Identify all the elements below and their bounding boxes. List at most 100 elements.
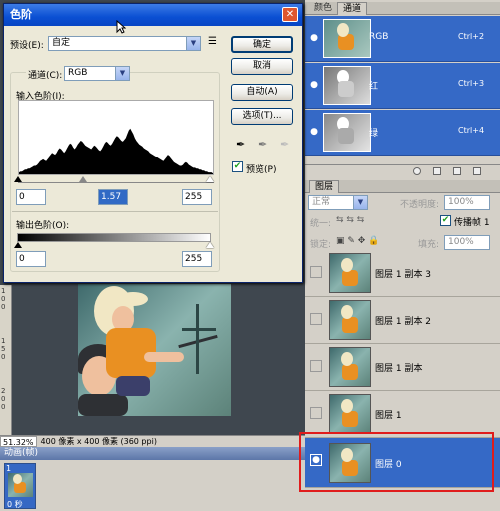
blend-mode-value: 正常: [312, 197, 331, 207]
trash-icon[interactable]: [473, 167, 481, 175]
layer-visibility-toggle[interactable]: [310, 313, 322, 325]
eye-icon[interactable]: ●: [309, 127, 319, 137]
eye-icon[interactable]: ●: [309, 80, 319, 90]
channel-select[interactable]: RGB ▼: [64, 66, 130, 81]
preview-checkbox[interactable]: ✔: [232, 161, 243, 172]
chevron-down-icon: ▼: [353, 196, 367, 209]
input-gamma-slider[interactable]: [79, 176, 87, 182]
layer-name: 图层 1 副本: [375, 364, 423, 374]
tab-layers[interactable]: 图层: [309, 180, 340, 193]
output-black-slider[interactable]: [14, 242, 22, 248]
ruler-mark: 1: [1, 337, 6, 345]
levels-dialog: 色阶 ✕ 预设(E): 自定 ▼ ☰ 通道(C): RGB ▼ 输入色阶(I):…: [3, 3, 303, 283]
layer-row[interactable]: 图层 1 副本 2: [305, 297, 500, 344]
layer-row[interactable]: 图层 1 副本: [305, 344, 500, 391]
layers-panel-title: 图层: [305, 180, 500, 193]
ruler-mark: 0: [1, 295, 6, 303]
frame-delay[interactable]: 0 秒: [7, 499, 23, 510]
save-selection-icon[interactable]: [433, 167, 441, 175]
channel-value: RGB: [68, 68, 88, 78]
channel-thumbnail: [323, 113, 371, 152]
options-button[interactable]: 选项(T)...: [231, 108, 293, 125]
input-slider-track: [18, 182, 214, 183]
channel-row-rgb[interactable]: ● RGB Ctrl+2: [305, 16, 500, 62]
output-levels-label: 输出色阶(O):: [16, 221, 70, 231]
new-channel-icon[interactable]: [453, 167, 461, 175]
document-canvas-photo[interactable]: [78, 284, 231, 416]
load-selection-icon[interactable]: [413, 167, 421, 175]
fill-label: 填充:: [418, 240, 440, 250]
auto-button[interactable]: 自动(A): [231, 84, 293, 101]
output-black-field[interactable]: 0: [16, 251, 46, 267]
channel-name: RGB: [369, 32, 389, 42]
status-bar: 51.32% 400 像素 x 400 像素 (360 ppi): [0, 435, 305, 447]
chevron-down-icon: ▼: [186, 37, 200, 50]
propagate-frame-label: 传播帧 1: [454, 218, 490, 228]
close-icon[interactable]: ✕: [282, 7, 298, 22]
preset-options-icon[interactable]: ☰: [208, 36, 217, 47]
channel-row-red[interactable]: ● 红 Ctrl+3: [305, 63, 500, 109]
preset-label: 预设(E):: [10, 41, 44, 51]
output-gradient-bar: [17, 233, 211, 242]
dialog-title: 色阶: [10, 8, 32, 21]
layer-name: 图层 1: [375, 411, 402, 421]
output-white-field[interactable]: 255: [182, 251, 212, 267]
zoom-level[interactable]: 51.32%: [0, 436, 37, 447]
gray-eyedropper-icon[interactable]: ✒: [258, 138, 267, 151]
layer-row[interactable]: 图层 1 副本 3: [305, 250, 500, 297]
input-black-slider[interactable]: [14, 176, 22, 182]
opacity-field[interactable]: 100%: [444, 195, 490, 210]
layer-thumbnail: [329, 300, 371, 340]
mouse-cursor-icon: [116, 19, 127, 34]
black-eyedropper-icon[interactable]: ✒: [236, 138, 245, 151]
unify-label: 统一:: [310, 219, 332, 229]
channel-shortcut: Ctrl+2: [458, 32, 485, 41]
layer-visibility-toggle[interactable]: [310, 407, 322, 419]
ruler-mark: 1: [1, 287, 6, 295]
blend-mode-select[interactable]: 正常 ▼: [308, 195, 368, 210]
layer-visibility-toggle[interactable]: [310, 360, 322, 372]
channels-panel-footer: [305, 164, 500, 176]
input-gamma-field[interactable]: 1.57: [98, 189, 128, 205]
highlight-annotation-box: [299, 432, 494, 492]
ruler-mark: 2: [1, 387, 6, 395]
chevron-down-icon: ▼: [115, 67, 129, 80]
ok-button[interactable]: 确定: [231, 36, 293, 53]
layer-name: 图层 1 副本 2: [375, 317, 432, 327]
layer-thumbnail: [329, 394, 371, 434]
frame-number: 1: [6, 464, 12, 473]
cancel-button[interactable]: 取消: [231, 58, 293, 75]
input-black-field[interactable]: 0: [16, 189, 46, 205]
output-white-slider[interactable]: [206, 242, 214, 248]
layer-row[interactable]: 图层 1: [305, 391, 500, 438]
animation-frame[interactable]: 1 0 秒: [4, 463, 36, 509]
divider: [12, 211, 218, 212]
input-white-slider[interactable]: [206, 176, 214, 182]
layer-thumbnail: [329, 347, 371, 387]
propagate-frame-checkbox[interactable]: ✔: [440, 215, 451, 226]
dialog-titlebar[interactable]: 色阶: [4, 4, 302, 26]
layer-visibility-toggle[interactable]: [310, 266, 322, 278]
preview-label: 预览(P): [246, 165, 277, 175]
histogram-graph: [19, 128, 213, 174]
preset-select[interactable]: 自定 ▼: [48, 36, 201, 51]
eye-icon[interactable]: ●: [309, 33, 319, 43]
channel-label: 通道(C):: [26, 68, 65, 81]
white-eyedropper-icon[interactable]: ✒: [280, 138, 289, 151]
tab-color[interactable]: 颜色: [309, 2, 337, 15]
ruler-mark: 5: [1, 345, 6, 353]
unify-icons[interactable]: ⇆ ⇆ ⇆: [336, 215, 364, 225]
channels-panel-tabs: 颜色 通道: [305, 2, 500, 15]
animation-title: 动画(帧): [4, 448, 39, 458]
input-white-field[interactable]: 255: [182, 189, 212, 205]
tab-channels[interactable]: 通道: [337, 2, 368, 15]
layer-thumbnail: [329, 253, 371, 293]
lock-label: 锁定:: [310, 240, 332, 250]
lock-icons[interactable]: ▣ ✎ ✥ 🔒: [336, 236, 379, 246]
fill-field[interactable]: 100%: [444, 235, 490, 250]
opacity-label: 不透明度:: [400, 200, 440, 210]
preset-value: 自定: [52, 38, 71, 48]
channel-name: 绿: [369, 129, 379, 139]
ruler-mark: 0: [1, 353, 6, 361]
channel-row-green[interactable]: ● 绿 Ctrl+4: [305, 110, 500, 156]
